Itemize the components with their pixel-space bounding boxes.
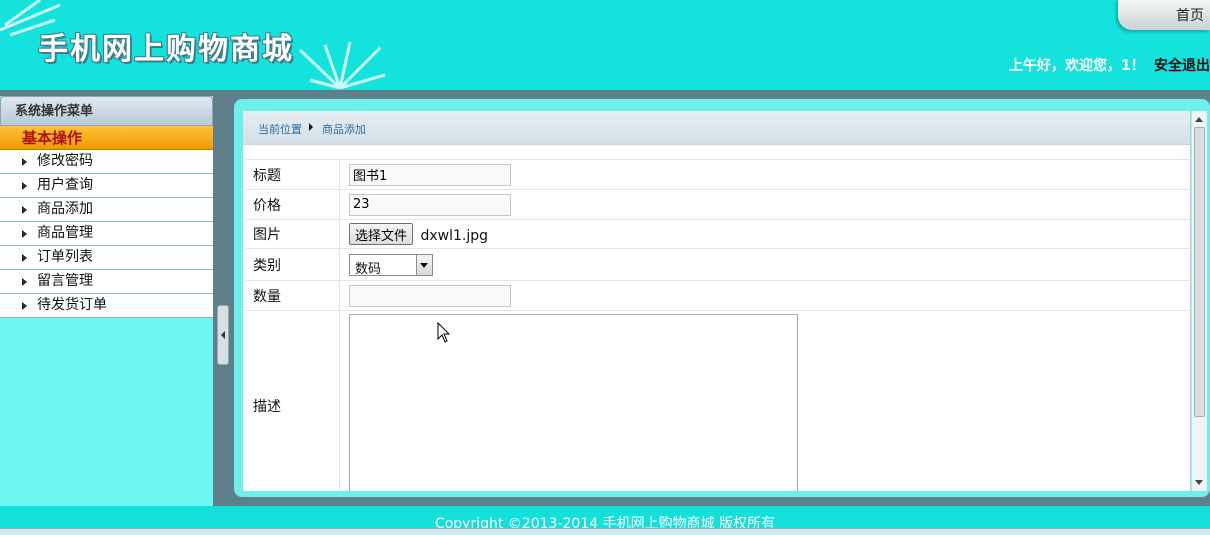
triangle-right-icon — [22, 302, 27, 310]
quantity-label: 数量 — [245, 280, 340, 311]
sidebar: 系统操作菜单 基本操作 修改密码 用户查询 商品添加 商品管理 订单列表 留言管… — [0, 96, 213, 506]
triangle-right-icon — [22, 182, 27, 190]
description-label: 描述 — [245, 310, 340, 491]
breadcrumb-current: 商品添加 — [322, 123, 366, 136]
title-input[interactable] — [349, 163, 511, 186]
form-row-image: 图片 选择文件 dxwl1.jpg — [245, 219, 1190, 249]
category-label: 类别 — [245, 248, 340, 281]
price-label: 价格 — [245, 189, 340, 220]
triangle-right-icon — [22, 158, 27, 166]
triangle-right-icon — [22, 254, 27, 262]
mouse-cursor-icon — [437, 322, 451, 343]
sidebar-item-change-password[interactable]: 修改密码 — [0, 150, 213, 174]
logout-link[interactable]: 安全退出 — [1154, 55, 1210, 75]
triangle-right-icon — [22, 230, 27, 238]
header: 手机网上购物商城 首页 上午好，欢迎您，1！ 安全退出 — [0, 0, 1210, 92]
sidebar-item-message-management[interactable]: 留言管理 — [0, 270, 213, 294]
home-tab[interactable]: 首页 — [1118, 0, 1210, 30]
sidebar-item-label: 商品管理 — [37, 225, 93, 241]
content-area: 当前位置 商品添加 标题 价格 图片 选择文件 dxwl1.jpg 类别 — [243, 111, 1190, 491]
sidebar-item-order-list[interactable]: 订单列表 — [0, 246, 213, 270]
breadcrumb: 当前位置 商品添加 — [243, 111, 1190, 145]
add-product-form: 标题 价格 图片 选择文件 dxwl1.jpg 类别 数码 — [245, 159, 1190, 491]
sidebar-item-label: 订单列表 — [37, 249, 93, 265]
sidebar-collapse-button[interactable] — [217, 305, 229, 365]
site-logo: 手机网上购物商城 — [38, 32, 294, 67]
sidebar-item-label: 用户查询 — [37, 177, 93, 193]
selected-file-name: dxwl1.jpg — [420, 227, 489, 244]
image-label: 图片 — [245, 219, 340, 249]
choose-file-button[interactable]: 选择文件 — [349, 223, 414, 245]
form-row-price: 价格 — [245, 189, 1190, 220]
decorative-leaf-icon — [298, 41, 386, 90]
price-input[interactable] — [349, 193, 511, 216]
triangle-right-icon — [22, 278, 27, 286]
form-row-category: 类别 数码 — [245, 248, 1190, 281]
sidebar-item-label: 商品添加 — [37, 201, 93, 217]
sidebar-item-product-management[interactable]: 商品管理 — [0, 222, 213, 246]
home-tab-label: 首页 — [1176, 8, 1204, 24]
scroll-up-icon[interactable] — [1195, 117, 1203, 122]
breadcrumb-label: 当前位置 — [258, 123, 302, 136]
form-row-title: 标题 — [245, 159, 1190, 190]
greeting-text: 上午好，欢迎您，1！ — [1009, 58, 1145, 74]
description-textarea[interactable] — [349, 314, 798, 491]
quantity-input[interactable] — [349, 284, 511, 307]
description-cell — [339, 310, 1190, 491]
category-select[interactable]: 数码 — [349, 253, 433, 277]
triangle-right-icon — [309, 123, 313, 131]
form-row-quantity: 数量 — [245, 280, 1190, 311]
sidebar-item-pending-shipment[interactable]: 待发货订单 — [0, 294, 213, 318]
sidebar-item-label: 修改密码 — [37, 153, 93, 169]
triangle-right-icon — [22, 206, 27, 214]
scrollbar-thumb[interactable] — [1194, 127, 1205, 417]
sidebar-menu-title: 系统操作菜单 — [0, 96, 213, 126]
category-cell: 数码 — [339, 248, 1190, 281]
sidebar-splitter — [213, 96, 229, 506]
image-cell: 选择文件 dxwl1.jpg — [339, 219, 1190, 249]
category-selected-value: 数码 — [355, 261, 382, 277]
price-cell — [339, 189, 1190, 220]
title-cell — [339, 159, 1190, 190]
scroll-down-icon[interactable] — [1195, 480, 1203, 485]
sidebar-item-label: 待发货订单 — [37, 297, 107, 313]
dropdown-button[interactable] — [416, 254, 432, 275]
quantity-cell — [339, 280, 1190, 311]
sidebar-group-basic[interactable]: 基本操作 — [0, 126, 213, 150]
sidebar-item-user-query[interactable]: 用户查询 — [0, 174, 213, 198]
sidebar-item-label: 留言管理 — [37, 273, 93, 289]
title-label: 标题 — [245, 159, 340, 190]
vertical-scrollbar[interactable] — [1191, 111, 1207, 491]
chevron-left-icon — [221, 331, 225, 339]
sidebar-item-add-product[interactable]: 商品添加 — [0, 198, 213, 222]
chevron-down-icon — [420, 262, 428, 268]
form-row-description: 描述 — [245, 310, 1190, 491]
